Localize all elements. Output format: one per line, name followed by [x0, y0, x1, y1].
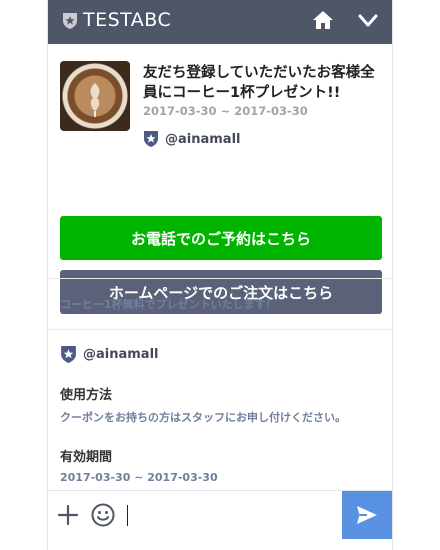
usage-text: クーポンをお持ちの方はスタッフにお申し付けください。 [60, 411, 346, 424]
plus-icon[interactable] [58, 505, 78, 525]
message-input[interactable] [127, 505, 128, 526]
coupon-note: コーヒー1杯無料でプレゼントいたします！ [60, 298, 277, 311]
account-name: @ainamall [165, 131, 241, 147]
account-name: @ainamall [83, 347, 159, 362]
divider [48, 278, 392, 279]
divider [48, 329, 392, 330]
coupon-date-range: 2017-03-30 ~ 2017-03-30 [143, 104, 308, 118]
chevron-down-icon[interactable] [357, 12, 379, 30]
detail-account[interactable]: @ainamall [60, 345, 159, 364]
call-reservation-button[interactable]: お電話でのご予約はこちら [60, 216, 382, 260]
send-button[interactable] [342, 491, 392, 539]
coffee-image [60, 61, 130, 131]
header-title: TESTABC [83, 9, 172, 31]
usage-heading: 使用方法 [60, 388, 113, 403]
message-input-bar [48, 490, 392, 539]
shield-star-icon [63, 13, 77, 29]
paper-plane-icon [357, 506, 377, 524]
validity-text: 2017-03-30 ~ 2017-03-30 [60, 471, 218, 484]
validity-heading: 有効期間 [60, 450, 113, 465]
smiley-icon[interactable] [91, 503, 115, 527]
chat-window: TESTABC 友だち登録していただいたお客様全員にコーヒー1杯プレゼント!! … [48, 0, 392, 550]
coupon-account[interactable]: @ainamall [143, 130, 241, 148]
shield-star-icon [61, 346, 76, 363]
home-icon[interactable] [312, 9, 334, 31]
app-header: TESTABC [48, 0, 392, 44]
coupon-title: 友だち登録していただいたお客様全員にコーヒー1杯プレゼント!! [143, 65, 375, 101]
shield-star-icon [144, 131, 158, 147]
coupon-card: 友だち登録していただいたお客様全員にコーヒー1杯プレゼント!! 2017-03-… [48, 44, 392, 314]
